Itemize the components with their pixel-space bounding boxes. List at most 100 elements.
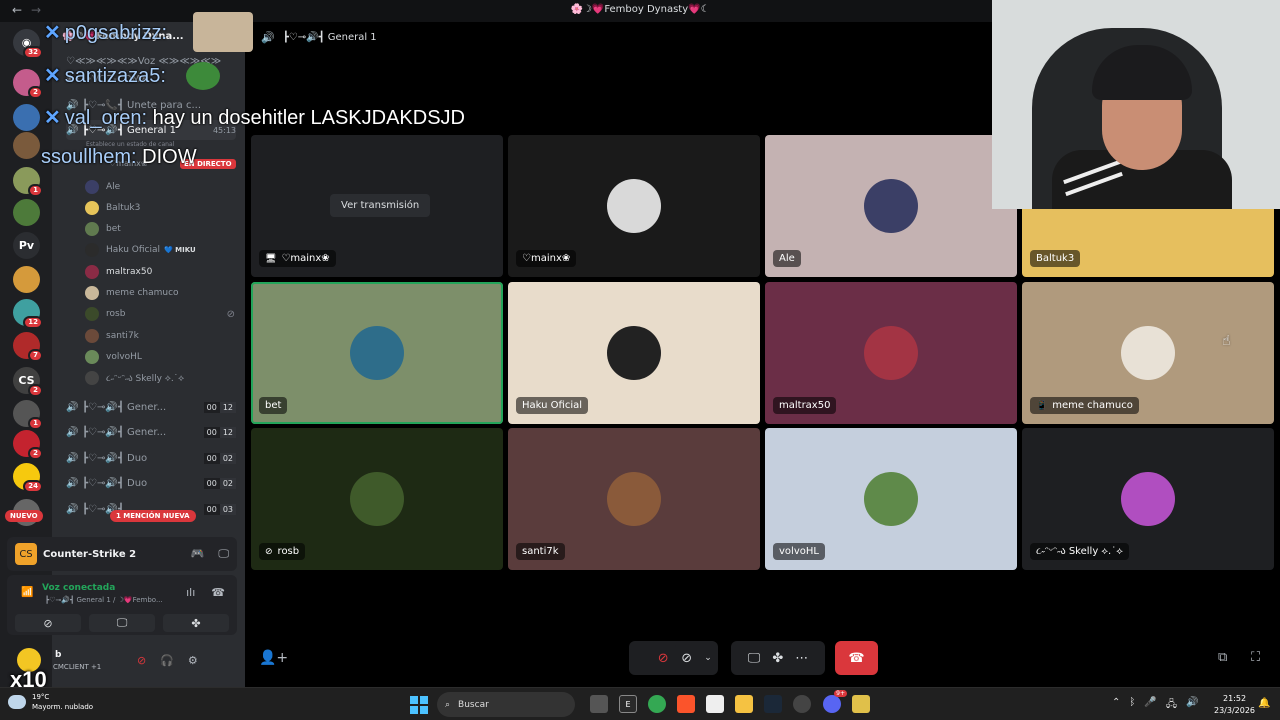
taskbar-search[interactable]: ⌕ Buscar — [437, 692, 575, 717]
server-icon[interactable]: 12 — [13, 299, 43, 329]
app-icon[interactable] — [852, 695, 870, 713]
participant-tile[interactable]: maltrax50 — [765, 282, 1017, 424]
unread-badge: 12 — [23, 316, 43, 329]
mic-muted-icon[interactable]: ⊘ — [658, 651, 669, 666]
activities-button[interactable]: ✤ — [163, 614, 229, 632]
headphones-icon[interactable]: 🎧 — [160, 654, 174, 667]
server-icon[interactable] — [13, 266, 40, 293]
participant-tile[interactable]: bet — [251, 282, 503, 424]
voice-status[interactable]: Voz conectada — [42, 583, 115, 593]
windows-start-icon[interactable] — [410, 696, 428, 714]
share-control-group[interactable]: 🖵 ✤ ⋯ — [731, 641, 825, 675]
popout-icon[interactable]: ⧉ — [1218, 650, 1227, 665]
discord-badge: 9+ — [834, 690, 847, 697]
participant-tile[interactable]: Ver transmisión 🖥 ♡mainx❀ — [251, 135, 503, 277]
weather-widget[interactable]: 19°C Mayorm. nublado — [8, 692, 93, 712]
new-unreads-pill[interactable]: NUEVO — [5, 510, 43, 522]
bluetooth-icon[interactable]: ᛒ — [1129, 697, 1135, 714]
participant-tile[interactable]: ૮˶ᵔᵕᵔ˶ა Skelly ⟡.˙⟡ — [1022, 428, 1274, 570]
noise-suppression-icon[interactable]: ılı — [186, 586, 195, 599]
participant-name-tag: Ale — [773, 250, 801, 267]
participant-tile[interactable]: volvoHL — [765, 428, 1017, 570]
voice-member[interactable]: maltrax50 — [85, 262, 235, 281]
gamepad-icon[interactable]: 🎮 — [191, 547, 205, 561]
camera-control-group[interactable]: ⊘ ⌄ — [675, 641, 718, 675]
server-icon[interactable] — [13, 132, 40, 159]
count-limit: 02 — [219, 478, 236, 489]
camera-off-button[interactable]: ⊘ — [15, 614, 81, 632]
disconnect-button[interactable]: ☎ — [835, 641, 878, 675]
voice-member[interactable]: santi7k — [85, 326, 235, 345]
gear-icon[interactable]: ⚙ — [188, 654, 198, 667]
participant-tile[interactable]: ⊘ rosb — [251, 428, 503, 570]
overlay-emote — [186, 62, 220, 90]
participant-tile[interactable]: Ale — [765, 135, 1017, 277]
stream-icon[interactable]: 🖵 — [218, 547, 229, 561]
signal-icon[interactable]: 📶 — [21, 587, 33, 598]
voice-channel[interactable]: 🔊 ┣♡⊸🔊┫ Gener... 00 12 — [66, 423, 236, 443]
chat-username: ssoullhem: — [41, 146, 137, 168]
voice-member[interactable]: meme chamuco — [85, 284, 235, 303]
brave-icon[interactable] — [677, 695, 695, 713]
activities-icon: ✤ — [191, 616, 201, 630]
share-screen-button[interactable]: 🖵 — [89, 614, 155, 632]
server-icon[interactable]: 7 — [13, 332, 43, 362]
participant-tile[interactable]: Haku Oficial — [508, 282, 760, 424]
search-placeholder: Buscar — [458, 699, 489, 710]
unread-badge: 7 — [28, 349, 43, 362]
watch-stream-button[interactable]: Ver transmisión — [330, 194, 431, 217]
activity-panel: CS Counter-Strike 2 🎮 🖵 — [7, 537, 237, 571]
unread-badge: 32 — [23, 46, 43, 59]
network-icon[interactable]: 🖧 — [1166, 697, 1177, 714]
notification-bell-icon[interactable]: 🔔 — [1258, 698, 1270, 709]
server-icon[interactable]: 1 — [13, 400, 43, 430]
server-icon[interactable]: Pv — [13, 232, 40, 259]
server-icon[interactable] — [13, 199, 40, 226]
voice-member[interactable]: rosb ⊘ — [85, 305, 235, 324]
server-icon[interactable]: 1 — [13, 167, 43, 197]
store-icon[interactable] — [706, 695, 724, 713]
activities-icon[interactable]: ✤ — [772, 651, 783, 666]
folder-icon[interactable] — [735, 695, 753, 713]
chrome-icon[interactable] — [648, 695, 666, 713]
epic-games-icon[interactable]: E — [619, 695, 637, 713]
voice-member[interactable]: Haku Oficial 💙 MIKU — [85, 241, 235, 260]
participant-name: meme chamuco — [1052, 400, 1133, 411]
voice-member[interactable]: Baltuk3 — [85, 198, 235, 217]
server-icon[interactable]: 24 — [13, 463, 43, 493]
mic-icon[interactable]: 🎤 — [1144, 697, 1156, 714]
app-icon[interactable] — [793, 695, 811, 713]
server-icon[interactable]: 2 — [13, 69, 43, 99]
chevron-up-icon[interactable]: ⌃ — [1112, 697, 1120, 714]
disconnect-icon[interactable]: ☎ — [211, 586, 225, 599]
server-icon[interactable] — [13, 104, 40, 131]
voice-channel[interactable]: 🔊 ┣♡⊸🔊┫ Duo 00 02 — [66, 474, 236, 494]
server-icon[interactable]: 2 — [13, 430, 43, 460]
discord-icon[interactable]: 9+ — [823, 690, 847, 713]
mic-muted-icon[interactable]: ⊘ — [137, 654, 146, 667]
voice-channel[interactable]: 🔊 ┣♡⊸🔊┫ Duo 00 02 — [66, 448, 236, 468]
screen-share-icon[interactable]: 🖵 — [748, 651, 761, 666]
fullscreen-icon[interactable]: ⛶ — [1251, 650, 1260, 665]
new-mention-pill[interactable]: 1 MENCIÓN NUEVA — [110, 510, 196, 522]
chevron-down-icon[interactable]: ⌄ — [704, 653, 712, 663]
discord-logo-icon[interactable]: ◉ 32 — [13, 29, 43, 59]
voice-member[interactable]: volvoHL — [85, 347, 235, 366]
camera-off-icon[interactable]: ⊘ — [681, 651, 692, 666]
volume-icon[interactable]: 🔊 — [1186, 697, 1198, 714]
voice-member[interactable]: bet — [85, 220, 235, 239]
participant-tile[interactable]: 📱 meme chamuco — [1022, 282, 1274, 424]
server-icon[interactable]: CS 2 — [13, 367, 43, 397]
steam-icon[interactable] — [764, 695, 782, 713]
voice-member[interactable]: ૮˶ᵔᵕᵔ˶ა Skelly ⟡.˙⟡ — [85, 369, 235, 388]
taskbar-clock[interactable]: 21:52 23/3/2026 — [1214, 693, 1255, 717]
more-icon[interactable]: ⋯ — [795, 651, 808, 666]
avatar — [85, 371, 99, 386]
voice-member[interactable]: Ale — [85, 177, 235, 196]
voice-channel[interactable]: 🔊 ┣♡⊸🔊┫ Gener... 00 12 — [66, 397, 236, 417]
user-name[interactable]: b — [55, 650, 61, 660]
participant-tile[interactable]: ♡mainx❀ — [508, 135, 760, 277]
participant-tile[interactable]: santi7k — [508, 428, 760, 570]
invite-icon[interactable]: 👤+ — [259, 650, 288, 666]
task-view-icon[interactable] — [590, 695, 608, 713]
